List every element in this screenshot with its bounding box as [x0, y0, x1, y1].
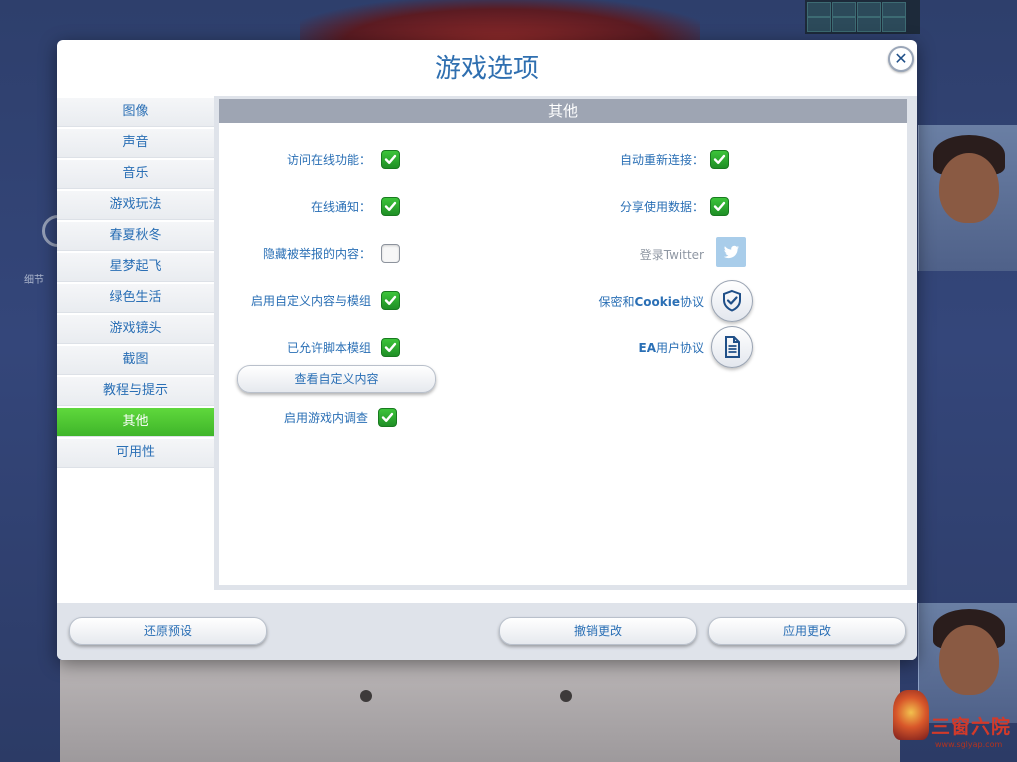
online-notifications-checkbox[interactable]	[381, 197, 400, 216]
watermark-logo-icon	[893, 690, 929, 740]
sidebar-item-screenshots[interactable]: 截图	[57, 346, 214, 375]
sidebar-item-tutorials[interactable]: 教程与提示	[57, 377, 214, 406]
hide-reported-content-label: 隐藏被举报的内容：	[262, 247, 371, 261]
share-usage-data-checkbox[interactable]	[710, 197, 729, 216]
script-mods-checkbox[interactable]	[381, 338, 400, 357]
undo-changes-button[interactable]: 撤销更改	[499, 617, 697, 645]
user-agreement-button[interactable]	[711, 326, 753, 368]
sidebar-item-music[interactable]: 音乐	[57, 160, 214, 189]
custom-content-mods-label: 启用自定义内容与模组	[250, 294, 371, 308]
checkmark-icon	[384, 295, 397, 305]
close-button[interactable]: ✕	[888, 46, 914, 72]
sidebar-item-seasons[interactable]: 春夏秋冬	[57, 222, 214, 251]
online-access-checkbox[interactable]	[381, 150, 400, 169]
content-area: 其他 访问在线功能： 在线通知： 隐藏被举报的内容： 启用自定义内容与模组 已允…	[214, 96, 917, 590]
privacy-policy-button[interactable]	[711, 280, 753, 322]
background-avatar-top	[918, 125, 1017, 271]
view-custom-content-button[interactable]: 查看自定义内容	[237, 365, 436, 393]
shield-check-icon	[723, 289, 741, 312]
sidebar-item-camera[interactable]: 游戏镜头	[57, 315, 214, 344]
background-hair	[300, 0, 700, 42]
sidebar-item-graphics[interactable]: 图像	[57, 98, 214, 127]
in-game-survey-checkbox[interactable]	[378, 408, 397, 427]
dialog-title: 游戏选项	[434, 54, 539, 84]
sidebar-item-gameplay[interactable]: 游戏玩法	[57, 191, 214, 220]
in-game-survey-label: 启用游戏内调查	[283, 411, 368, 425]
background-shirt	[60, 660, 900, 762]
background-shirt-button	[360, 690, 372, 702]
panel-header: 其他	[219, 99, 907, 123]
game-options-dialog: 游戏选项 ✕ 图像 声音 音乐 游戏玩法 春夏秋冬 星梦起飞 绿色生活 游戏镜头…	[57, 40, 917, 660]
sidebar-item-eco-lifestyle[interactable]: 绿色生活	[57, 284, 214, 313]
checkmark-icon	[384, 201, 397, 211]
watermark-text: 三窗六院	[931, 716, 1012, 738]
close-icon: ✕	[894, 49, 908, 68]
hide-reported-content-checkbox[interactable]	[381, 244, 400, 263]
other-settings-panel: 其他 访问在线功能： 在线通知： 隐藏被举报的内容： 启用自定义内容与模组 已允…	[219, 99, 907, 585]
sidebar-item-sound[interactable]: 声音	[57, 129, 214, 158]
script-mods-label: 已允许脚本模组	[286, 341, 371, 355]
online-access-label: 访问在线功能：	[286, 153, 371, 167]
share-usage-data-label: 分享使用数据：	[619, 200, 704, 214]
sidebar: 图像 声音 音乐 游戏玩法 春夏秋冬 星梦起飞 绿色生活 游戏镜头 截图 教程与…	[57, 98, 214, 470]
background-left-label: 细节	[24, 275, 44, 286]
checkmark-icon	[713, 154, 726, 164]
privacy-cookie-label: 保密和Cookie协议	[598, 295, 704, 309]
background-toolbar	[805, 0, 920, 34]
checkmark-icon	[384, 342, 397, 352]
sidebar-item-other[interactable]: 其他	[57, 408, 214, 437]
ea-user-agreement-label: EA用户协议	[638, 341, 705, 355]
twitter-login-button[interactable]	[716, 237, 746, 267]
restore-defaults-button[interactable]: 还原预设	[69, 617, 267, 645]
background-shirt-button	[560, 690, 572, 702]
custom-content-mods-checkbox[interactable]	[381, 291, 400, 310]
apply-changes-button[interactable]: 应用更改	[708, 617, 906, 645]
watermark: 三窗六院 www.sglyap.com	[893, 690, 1017, 762]
online-notifications-label: 在线通知：	[310, 200, 371, 214]
twitter-login-label: 登录Twitter	[639, 248, 704, 262]
watermark-url: www.sglyap.com	[935, 740, 1003, 749]
sidebar-item-accessibility[interactable]: 可用性	[57, 439, 214, 468]
checkmark-icon	[713, 201, 726, 211]
auto-reconnect-label: 自动重新连接：	[619, 153, 704, 167]
checkmark-icon	[381, 412, 394, 422]
dialog-footer: 还原预设 撤销更改 应用更改	[57, 603, 917, 660]
auto-reconnect-checkbox[interactable]	[710, 150, 729, 169]
twitter-bird-icon	[723, 245, 739, 259]
checkmark-icon	[384, 154, 397, 164]
document-icon	[725, 336, 740, 358]
sidebar-item-get-famous[interactable]: 星梦起飞	[57, 253, 214, 282]
